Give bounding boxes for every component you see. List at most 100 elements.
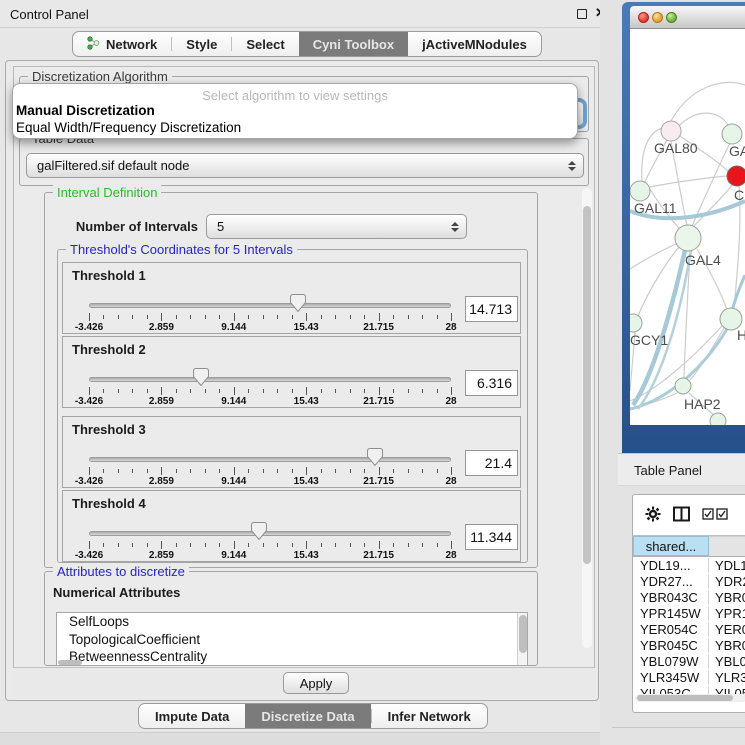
tab-style[interactable]: Style xyxy=(172,32,231,56)
table-row[interactable]: YPR145WYPR145W xyxy=(633,605,745,621)
column-header-name[interactable]: name xyxy=(709,536,745,556)
network-edge[interactable] xyxy=(630,243,678,269)
network-node[interactable] xyxy=(675,225,701,251)
slider-tick xyxy=(248,389,249,393)
network-edge[interactable] xyxy=(671,82,745,121)
zoom-traffic-light-icon[interactable] xyxy=(666,12,677,23)
network-window[interactable]: GAL80GACGAL11GAL4GCY1HHAP2 xyxy=(622,2,745,453)
panel-vscrollbar[interactable] xyxy=(582,188,592,648)
network-node[interactable] xyxy=(661,121,681,141)
shared-name-cell[interactable]: YBR043C xyxy=(633,590,709,605)
network-window-titlebar[interactable] xyxy=(630,6,745,29)
shared-name-cell[interactable]: YBR045C xyxy=(633,638,709,653)
tab-infer-network[interactable]: Infer Network xyxy=(372,704,487,728)
slider-tick xyxy=(306,313,307,321)
slider-tick xyxy=(379,541,380,549)
list-item[interactable]: SelfLoops xyxy=(57,613,527,631)
name-cell[interactable]: YDL19... xyxy=(709,558,745,573)
tab-discretize-data[interactable]: Discretize Data xyxy=(245,704,370,728)
number-of-intervals-combo[interactable]: 5 xyxy=(206,214,467,239)
slider-thumb[interactable] xyxy=(193,368,209,386)
apply-button[interactable]: Apply xyxy=(283,672,349,694)
algorithm-item-equal-width[interactable]: Equal Width/Frequency Discretization xyxy=(13,120,577,137)
threshold-3-value-field[interactable]: 21.4 xyxy=(465,450,518,476)
tab-impute-data[interactable]: Impute Data xyxy=(139,704,245,728)
slider-track[interactable] xyxy=(89,303,451,308)
slider-tick xyxy=(89,541,90,549)
shared-name-cell[interactable]: YDR27... xyxy=(633,574,709,589)
shared-name-cell[interactable]: YLR345W xyxy=(633,670,709,685)
slider-tick xyxy=(176,469,177,473)
network-node[interactable] xyxy=(710,413,726,425)
name-cell[interactable]: YBL079W xyxy=(709,654,745,669)
name-cell[interactable]: YPR145W xyxy=(709,606,745,621)
slider-thumb[interactable] xyxy=(290,294,306,312)
threshold-1-value-field[interactable]: 14.713 xyxy=(465,296,518,322)
list-item[interactable]: TopologicalCoefficient xyxy=(57,631,527,649)
network-edge[interactable] xyxy=(650,176,727,187)
network-node[interactable] xyxy=(722,124,742,144)
network-node[interactable] xyxy=(727,166,745,186)
network-canvas[interactable]: GAL80GACGAL11GAL4GCY1HHAP2 xyxy=(630,29,745,425)
slider-tick xyxy=(147,469,148,473)
tab-jactive-label: jActiveMNodules xyxy=(422,37,527,52)
slider-tick xyxy=(234,387,235,395)
slider-thumb[interactable] xyxy=(251,522,267,540)
threshold-2-value-field[interactable]: 6.316 xyxy=(465,370,518,396)
shared-name-cell[interactable]: YER054C xyxy=(633,622,709,637)
network-icon xyxy=(87,36,100,53)
name-cell[interactable]: YBR043C xyxy=(709,590,745,605)
slider-track[interactable] xyxy=(89,457,451,462)
table-hscrollbar[interactable] xyxy=(635,694,745,702)
table-data-combo[interactable]: galFiltered.sif default node xyxy=(26,153,584,178)
list-item[interactable]: BetweennessCentrality xyxy=(57,648,527,666)
tab-cyni-toolbox[interactable]: Cyni Toolbox xyxy=(299,32,408,56)
float-window-icon[interactable] xyxy=(577,9,587,19)
network-edge[interactable] xyxy=(693,185,732,227)
table-row[interactable]: YBL079WYBL079W xyxy=(633,653,745,669)
network-node[interactable] xyxy=(675,378,691,394)
close-traffic-light-icon[interactable] xyxy=(638,12,649,23)
tab-select[interactable]: Select xyxy=(232,32,298,56)
threshold-4-value-field[interactable]: 11.344 xyxy=(465,524,518,550)
shared-name-cell[interactable]: YBL079W xyxy=(633,654,709,669)
name-cell[interactable]: YER054C xyxy=(709,622,745,637)
name-cell[interactable]: YDR27... xyxy=(709,574,745,589)
attributes-list-hscrollbar[interactable] xyxy=(58,660,82,665)
gear-icon[interactable] xyxy=(645,506,661,525)
table-row[interactable]: YDR27...YDR27... xyxy=(633,573,745,589)
name-cell[interactable]: YLR345W xyxy=(709,670,745,685)
network-node[interactable] xyxy=(630,181,650,201)
table-row[interactable]: YER054CYER054C xyxy=(633,621,745,637)
shared-name-cell[interactable]: YDL19... xyxy=(633,558,709,573)
number-of-intervals-label: Number of Intervals xyxy=(61,219,198,234)
table-row[interactable]: YBR043CYBR043C xyxy=(633,589,745,605)
network-edge[interactable] xyxy=(679,113,728,126)
network-node[interactable] xyxy=(630,314,642,332)
slider-tick xyxy=(205,389,206,393)
minimize-traffic-light-icon[interactable] xyxy=(652,12,663,23)
table-row[interactable]: YDL19...YDL19... xyxy=(633,557,745,573)
table-row[interactable]: YBR045CYBR045C xyxy=(633,637,745,653)
select-columns-icon[interactable] xyxy=(702,508,728,523)
slider-tick-label: 2.859 xyxy=(149,396,174,407)
split-columns-icon[interactable] xyxy=(673,506,690,525)
table-row[interactable]: YLR345WYLR345W xyxy=(633,669,745,685)
slider-tick xyxy=(147,543,148,547)
slider-thumb[interactable] xyxy=(367,448,383,466)
slider-tick-label: 15.43 xyxy=(294,322,319,333)
algorithm-item-manual[interactable]: Manual Discretization xyxy=(13,103,577,120)
shared-name-cell[interactable]: YPR145W xyxy=(633,606,709,621)
attributes-list-vscrollbar[interactable] xyxy=(517,613,527,665)
tab-network[interactable]: Network xyxy=(73,32,171,56)
slider-track[interactable] xyxy=(89,377,451,382)
column-header-shared-name[interactable]: shared... xyxy=(633,536,709,556)
name-cell[interactable]: YBR045C xyxy=(709,638,745,653)
network-edge[interactable] xyxy=(732,275,745,311)
numerical-attributes-list[interactable]: SelfLoopsTopologicalCoefficientBetweenne… xyxy=(56,612,528,666)
slider-track[interactable] xyxy=(89,531,451,536)
table-hscrollbar-thumb[interactable] xyxy=(637,695,733,701)
panel-vscrollbar-thumb[interactable] xyxy=(583,206,591,564)
threshold-2-slider: -3.4262.8599.14415.4321.71528 xyxy=(89,337,451,409)
tab-jactivemnodules[interactable]: jActiveMNodules xyxy=(408,32,541,56)
